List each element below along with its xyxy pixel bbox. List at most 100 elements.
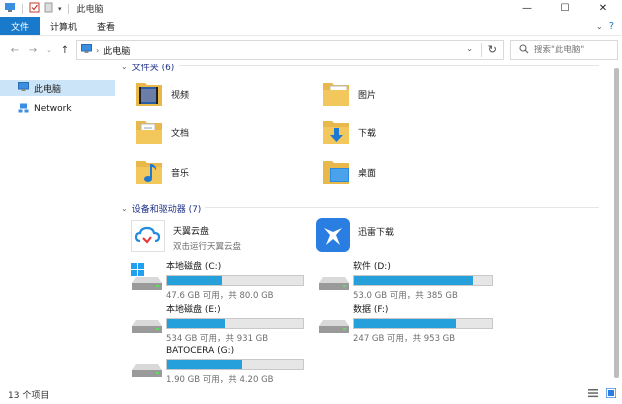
vertical-scrollbar[interactable] [610,64,622,384]
folder-item-video[interactable]: 视频 [135,78,189,111]
quick-access-toolbar: ▾ [0,0,71,17]
item-count: 13 个项目 [8,390,50,401]
nav-item-this-pc[interactable]: 此电脑 [0,80,115,96]
drive-name: 数据 (F:) [353,305,389,315]
window-title: 此电脑 [76,5,104,15]
computer-icon [81,43,92,57]
drive-item-e[interactable]: 本地磁盘 (E:) 534 GB 可用，共 931 GB [130,302,304,344]
music-folder-icon [135,156,163,189]
drive-name: BATOCERA (G:) [166,346,235,356]
maximize-button[interactable]: ☐ [546,0,584,17]
computer-icon [18,81,29,95]
nav-item-label: 此电脑 [34,84,62,95]
drive-icon [317,302,353,338]
forward-arrow-icon[interactable]: → [26,45,40,56]
folder-item-pictures[interactable]: 图片 [322,78,376,111]
drive-free-space: 247 GB 可用，共 953 GB [353,334,456,344]
search-box[interactable] [510,40,618,60]
drive-info: BATOCERA (G:) 1.90 GB 可用，共 4.20 GB [166,346,304,384]
address-bar[interactable]: › 此电脑 ⌄ ↻ [76,40,504,60]
app-item-xunlei[interactable]: 迅雷下载 [316,218,394,255]
drive-usage-fill [167,319,225,328]
chevron-down-icon[interactable]: ⌄ [121,64,128,71]
drive-usage-bar [166,359,304,370]
drive-usage-bar [353,318,493,329]
tab-file[interactable]: 文件 [0,17,41,35]
divider [205,207,599,208]
help-icon[interactable]: ? [609,21,614,32]
drive-usage-fill [354,319,457,328]
drive-item-f[interactable]: 数据 (F:) 247 GB 可用，共 953 GB [317,302,493,344]
view-toggle [588,387,617,401]
breadcrumb-this-pc[interactable]: 此电脑 [103,44,130,57]
drive-free-space: 53.0 GB 可用，共 385 GB [353,291,458,301]
content-pane: ⌄ 文件夹 (6) 视频 图片 文档 下载 音乐 桌面 ⌄ 设备和驱动器 (7)… [115,64,610,384]
windows-drive-icon [130,259,166,295]
drive-free-space: 47.6 GB 可用，共 80.0 GB [166,291,274,301]
drive-info: 本地磁盘 (C:) 47.6 GB 可用，共 80.0 GB [166,259,304,301]
app-label: 迅雷下载 [358,228,395,238]
folder-label: 视频 [171,91,190,101]
folder-label: 图片 [358,91,377,101]
folder-label: 文档 [171,129,190,139]
refresh-icon[interactable]: ↻ [480,43,497,57]
pictures-folder-icon [322,78,350,111]
chevron-down-icon[interactable]: ⌄ [121,204,128,213]
folder-label: 音乐 [171,169,190,179]
back-arrow-icon[interactable]: ← [8,45,22,56]
drive-name: 本地磁盘 (E:) [166,305,221,315]
folder-item-documents[interactable]: 文档 [135,116,189,149]
drive-usage-bar [166,318,304,329]
group-header-label: 文件夹 (6) [131,64,175,73]
window-controls: — ☐ ✕ [508,0,622,17]
drive-free-space: 534 GB 可用，共 931 GB [166,334,269,344]
chevron-right-icon[interactable]: › [96,46,99,55]
drive-item-c[interactable]: 本地磁盘 (C:) 47.6 GB 可用，共 80.0 GB [130,259,304,301]
drive-usage-bar [353,275,493,286]
drive-item-g[interactable]: BATOCERA (G:) 1.90 GB 可用，共 4.20 GB [130,346,304,384]
app-item-tianyi-cloud[interactable]: 天翼云盘 双击运行天翼云盘 [131,220,241,255]
ribbon-tabs: 文件 计算机 查看 ⌄ ? [0,17,622,36]
recent-locations-icon[interactable]: ⌄ [42,46,56,54]
app-description: 双击运行天翼云盘 [173,241,242,252]
divider [179,65,599,66]
drive-name: 本地磁盘 (C:) [166,262,222,272]
details-view-icon[interactable] [588,388,598,401]
folder-item-desktop[interactable]: 桌面 [322,156,376,189]
group-header-label: 设备和驱动器 (7) [131,205,202,215]
up-arrow-icon[interactable]: ↑ [58,45,72,56]
nav-item-label: Network [34,104,72,114]
desktop-folder-icon [322,156,350,189]
drive-item-d[interactable]: 软件 (D:) 53.0 GB 可用，共 385 GB [317,259,493,301]
drive-name: 软件 (D:) [353,262,391,272]
video-folder-icon [135,78,163,111]
drive-info: 数据 (F:) 247 GB 可用，共 953 GB [353,302,493,344]
close-button[interactable]: ✕ [584,0,622,17]
customize-qat-icon[interactable]: ▾ [58,5,62,13]
devices-group-header[interactable]: ⌄ 设备和驱动器 (7) [121,202,599,215]
title-bar: ▾ 此电脑 — ☐ ✕ [0,0,622,17]
downloads-folder-icon [322,116,350,149]
drive-icon [130,302,166,338]
nav-item-network[interactable]: Network [0,101,115,117]
drive-usage-fill [167,276,223,285]
search-input[interactable] [534,45,614,55]
folder-item-downloads[interactable]: 下载 [322,116,376,149]
drive-info: 软件 (D:) 53.0 GB 可用，共 385 GB [353,259,493,301]
expand-ribbon-icon[interactable]: ⌄ [596,22,603,31]
network-icon [18,103,29,116]
scrollbar-thumb[interactable] [614,68,619,378]
status-bar: 13 个项目 [0,384,622,404]
properties-icon[interactable] [29,2,40,16]
folder-item-music[interactable]: 音乐 [135,156,189,189]
minimize-button[interactable]: — [508,0,546,17]
tab-view[interactable]: 查看 [87,17,125,35]
address-dropdown-icon[interactable]: ⌄ [466,44,473,53]
folders-group-header[interactable]: ⌄ 文件夹 (6) [121,64,599,73]
drive-free-space: 1.90 GB 可用，共 4.20 GB [166,375,274,384]
drive-icon [130,346,166,382]
tab-computer[interactable]: 计算机 [40,17,87,35]
large-icons-view-icon[interactable] [605,387,617,401]
documents-folder-icon [135,116,163,149]
new-folder-icon[interactable] [44,2,54,16]
